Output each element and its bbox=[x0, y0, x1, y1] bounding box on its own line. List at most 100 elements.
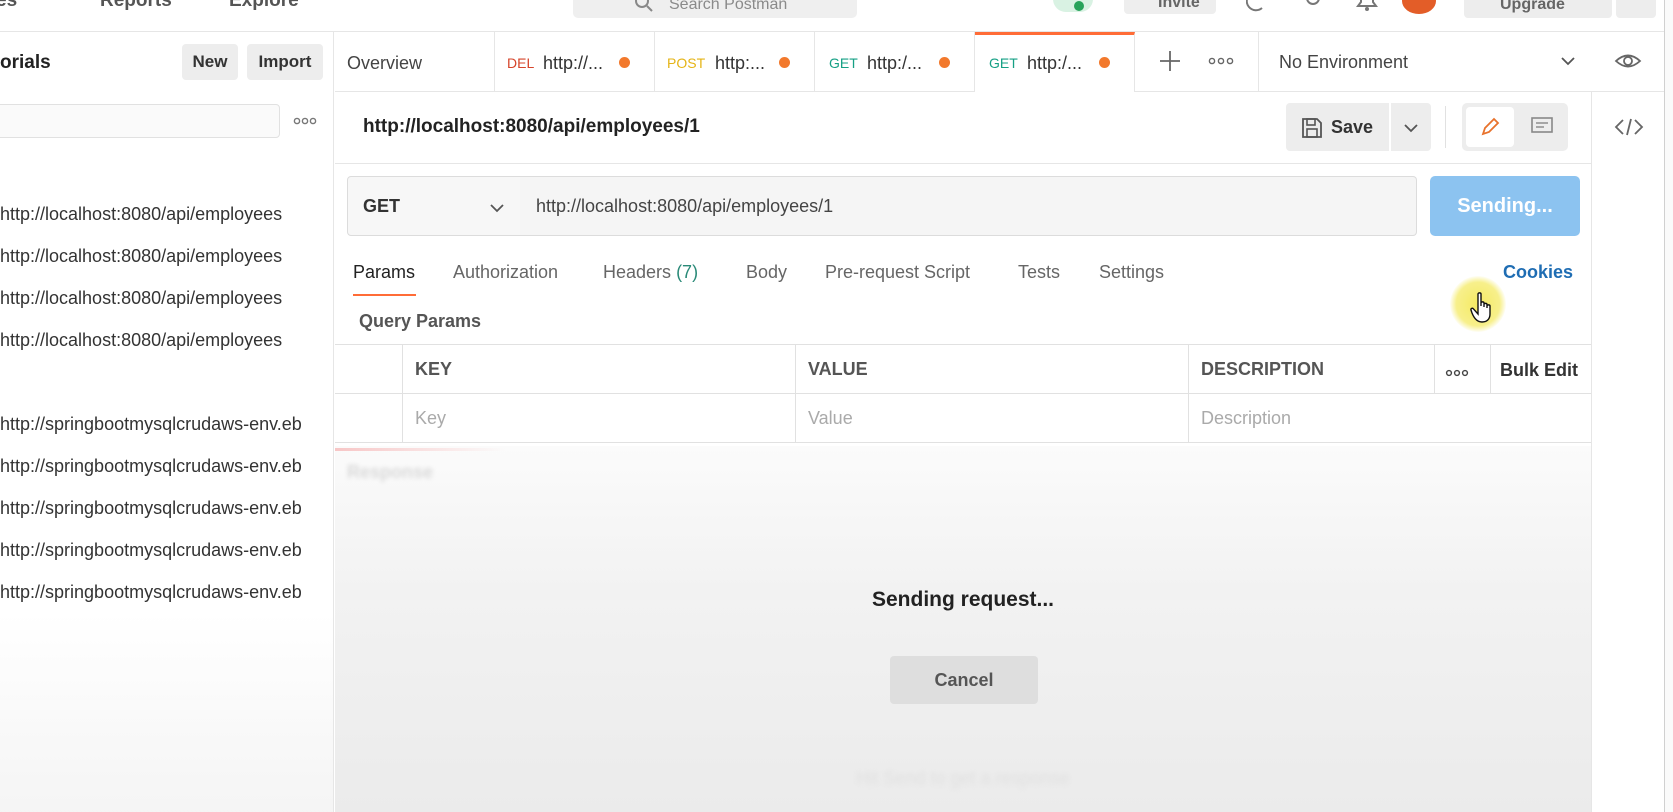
cookies-link[interactable]: Cookies bbox=[1503, 262, 1573, 283]
new-button[interactable]: New bbox=[182, 44, 238, 80]
active-tab-indicator bbox=[353, 294, 416, 296]
send-button[interactable]: Sending... bbox=[1430, 176, 1580, 236]
tab-url: http:... bbox=[715, 53, 766, 73]
upgrade-dropdown-button[interactable] bbox=[1616, 0, 1656, 18]
response-progress-bar bbox=[335, 448, 505, 451]
edit-mode-button[interactable] bbox=[1466, 107, 1514, 147]
request-name[interactable]: http://localhost:8080/api/employees/1 bbox=[363, 116, 700, 138]
history-item[interactable]: http://localhost:8080/api/employees bbox=[0, 325, 333, 355]
unsaved-dot bbox=[939, 57, 950, 68]
tab-request-post[interactable]: POST http:... bbox=[655, 32, 815, 92]
column-header-key: KEY bbox=[402, 345, 795, 394]
tab-tests[interactable]: Tests bbox=[1018, 262, 1060, 283]
response-pane-overlay bbox=[335, 446, 1591, 812]
history-item[interactable]: http://localhost:8080/api/employees bbox=[0, 241, 333, 271]
invite-button[interactable]: Invite bbox=[1124, 0, 1216, 14]
bulk-edit-button[interactable]: Bulk Edit bbox=[1500, 360, 1578, 381]
notifications-bell-icon[interactable] bbox=[1356, 0, 1378, 12]
tab-url: http:/... bbox=[867, 53, 923, 73]
sidebar-overlay bbox=[0, 612, 333, 812]
tab-headers[interactable]: Headers (7) bbox=[603, 262, 698, 283]
tab-body[interactable]: Body bbox=[746, 262, 787, 283]
global-search-input[interactable]: Search Postman bbox=[573, 0, 857, 18]
sync-status-icon[interactable] bbox=[1053, 0, 1093, 12]
view-mode-toggle bbox=[1462, 103, 1568, 151]
tab-overview[interactable]: Overview bbox=[335, 32, 495, 92]
history-item[interactable]: http://springbootmysqlcrudaws-env.eb bbox=[0, 451, 333, 481]
history-item[interactable]: http://springbootmysqlcrudaws-env.eb bbox=[0, 535, 333, 565]
tab-method: DEL bbox=[507, 55, 535, 71]
more-options-icon[interactable] bbox=[1445, 367, 1469, 379]
param-description-input[interactable]: Description bbox=[1188, 394, 1591, 443]
hand-pointer-cursor-icon bbox=[1470, 292, 1491, 323]
tab-method: GET bbox=[989, 55, 1018, 71]
save-options-dropdown[interactable] bbox=[1391, 103, 1431, 151]
tab-params[interactable]: Params bbox=[353, 262, 415, 283]
import-button[interactable]: Import bbox=[247, 44, 323, 80]
table-row: Key Value Description bbox=[335, 394, 1591, 443]
response-title: Response bbox=[347, 462, 434, 482]
new-tab-plus-icon[interactable] bbox=[1155, 46, 1185, 76]
history-item[interactable]: http://localhost:8080/api/employees bbox=[0, 199, 333, 229]
upgrade-button[interactable]: Upgrade bbox=[1464, 0, 1612, 18]
http-method-select[interactable]: GET bbox=[347, 176, 521, 236]
param-key-input[interactable]: Key bbox=[402, 394, 795, 443]
comments-icon[interactable] bbox=[1530, 116, 1554, 138]
satellite-icon[interactable] bbox=[1246, 0, 1268, 12]
search-placeholder: Search Postman bbox=[669, 0, 788, 13]
nav-item-reports[interactable]: Reports bbox=[100, 0, 172, 12]
tab-request-get-active[interactable]: GET http:/... bbox=[975, 32, 1135, 92]
divider bbox=[1445, 106, 1446, 148]
tab-url: http:/... bbox=[1027, 53, 1083, 73]
save-disk-icon bbox=[1302, 118, 1322, 138]
history-item[interactable]: http://springbootmysqlcrudaws-env.eb bbox=[0, 409, 333, 439]
pencil-icon bbox=[1481, 117, 1500, 136]
upgrade-label: Upgrade bbox=[1500, 0, 1565, 13]
method-value: GET bbox=[363, 196, 401, 216]
chevron-down-icon bbox=[1561, 57, 1575, 66]
unsaved-dot bbox=[779, 57, 790, 68]
history-item[interactable]: http://localhost:8080/api/employees bbox=[0, 283, 333, 313]
right-context-bar bbox=[1591, 92, 1673, 812]
environment-selector[interactable]: No Environment bbox=[1258, 32, 1632, 92]
tab-request-get[interactable]: GET http:/... bbox=[815, 32, 975, 92]
param-value-input[interactable]: Value bbox=[795, 394, 1188, 443]
sidebar: orials New Import http://localhost:8080/… bbox=[0, 32, 334, 812]
tab-settings[interactable]: Settings bbox=[1099, 262, 1164, 283]
tab-request-del[interactable]: DEL http://... bbox=[495, 32, 655, 92]
tab-url: http://... bbox=[543, 53, 604, 73]
tab-method: POST bbox=[667, 55, 706, 71]
tab-authorization[interactable]: Authorization bbox=[453, 262, 558, 283]
divider bbox=[335, 163, 1591, 164]
tab-headers-label: Headers bbox=[603, 262, 672, 282]
workspace-title: orials bbox=[0, 52, 51, 73]
chevron-down-icon bbox=[1404, 124, 1418, 133]
environment-quick-look-eye-icon[interactable] bbox=[1613, 48, 1643, 74]
query-params-table: KEY VALUE DESCRIPTION Key Value Descript… bbox=[335, 344, 1591, 444]
tab-prerequest-script[interactable]: Pre-request Script bbox=[825, 262, 970, 283]
settings-gear-icon[interactable] bbox=[1302, 0, 1324, 12]
request-url-input[interactable]: http://localhost:8080/api/employees/1 bbox=[520, 176, 1417, 236]
sending-request-message: Sending request... bbox=[871, 588, 1055, 611]
unsaved-dot bbox=[1099, 57, 1110, 68]
tab-method: GET bbox=[829, 55, 858, 71]
cancel-request-button[interactable]: Cancel bbox=[890, 656, 1038, 704]
history-item[interactable]: http://springbootmysqlcrudaws-env.eb bbox=[0, 577, 333, 607]
query-params-title: Query Params bbox=[359, 311, 482, 331]
nav-item-apis[interactable]: es bbox=[0, 0, 17, 12]
more-options-icon[interactable] bbox=[292, 114, 318, 128]
save-button[interactable]: Save bbox=[1286, 103, 1389, 151]
request-tab-bar: Overview DEL http://... POST http:... GE… bbox=[335, 32, 1673, 92]
code-snippet-icon[interactable] bbox=[1614, 116, 1644, 138]
invite-label: Invite bbox=[1158, 0, 1200, 11]
window-edge bbox=[1664, 0, 1673, 812]
more-tabs-icon[interactable] bbox=[1207, 54, 1235, 68]
nav-item-explore[interactable]: Explore bbox=[229, 0, 299, 12]
sidebar-filter-input[interactable] bbox=[0, 104, 280, 138]
tab-label: Overview bbox=[347, 53, 423, 73]
search-icon bbox=[635, 0, 653, 12]
environment-label: No Environment bbox=[1279, 52, 1409, 72]
history-item[interactable]: http://springbootmysqlcrudaws-env.eb bbox=[0, 493, 333, 523]
user-avatar[interactable] bbox=[1402, 0, 1436, 14]
response-empty-hint: Hit Send to get a response bbox=[856, 768, 1070, 788]
